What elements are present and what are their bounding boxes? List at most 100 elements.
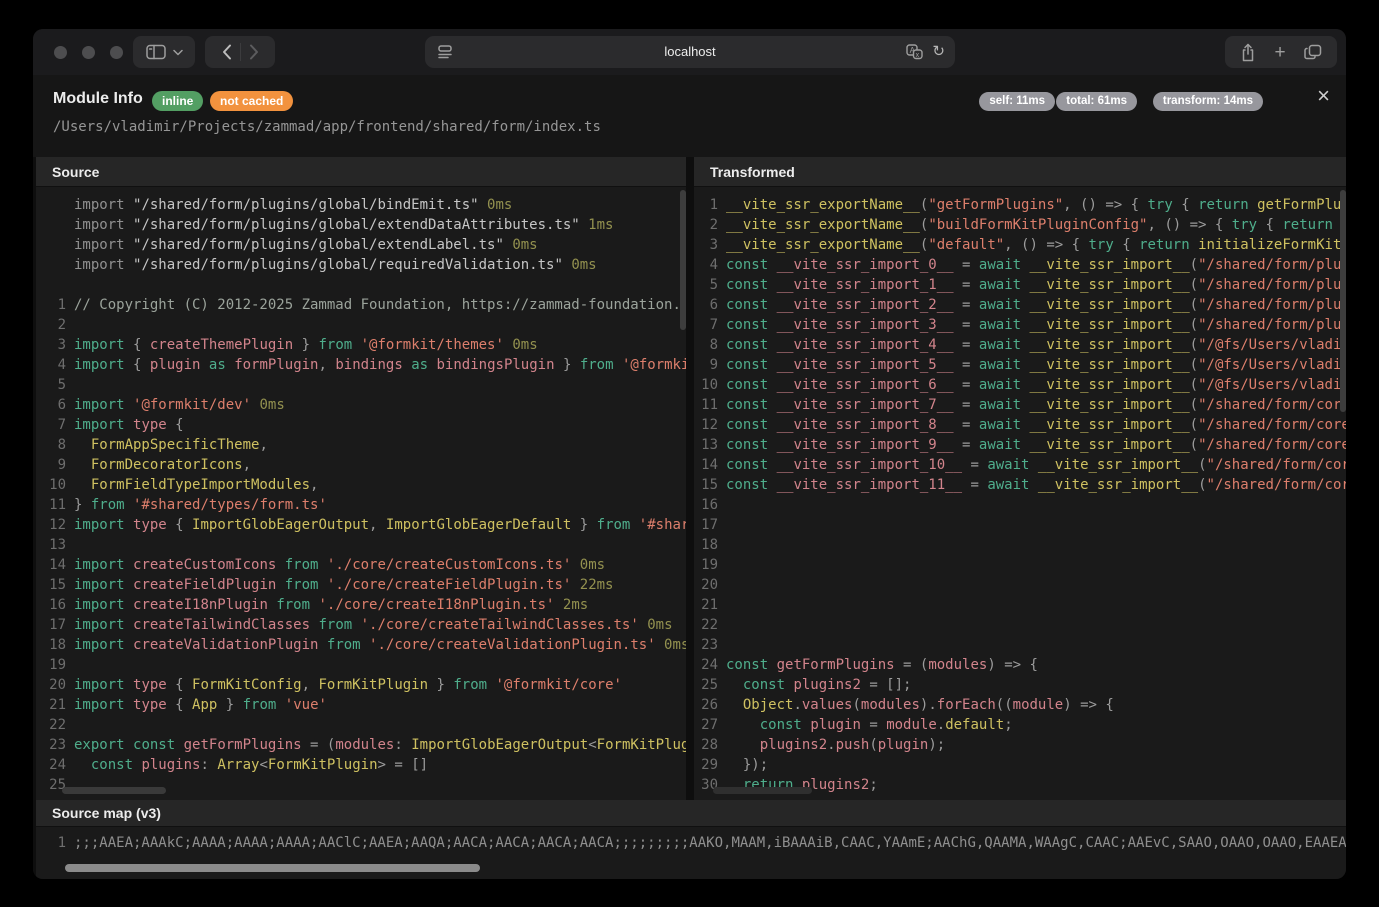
source-code[interactable]: import "/shared/form/plugins/global/bind… bbox=[36, 187, 686, 800]
transformed-h-scrollbar-thumb[interactable] bbox=[713, 787, 812, 794]
sourcemap-h-scrollbar-thumb[interactable] bbox=[65, 864, 480, 872]
code-line: 27 const plugin = module.default; bbox=[694, 715, 1346, 735]
minimize-button[interactable] bbox=[82, 46, 95, 59]
source-v-scrollbar-thumb[interactable] bbox=[680, 190, 686, 330]
line-number: 16 bbox=[36, 595, 74, 615]
code-line: 10const __vite_ssr_import_6__ = await __… bbox=[694, 375, 1346, 395]
code-text: return plugins2; bbox=[726, 775, 1346, 795]
line-number: 15 bbox=[36, 575, 74, 595]
close-panel-icon[interactable]: × bbox=[1317, 83, 1330, 109]
sourcemap-panel-title: Source map (v3) bbox=[36, 800, 1346, 827]
code-text: const plugin = module.default; bbox=[726, 715, 1346, 735]
back-button[interactable] bbox=[222, 44, 232, 60]
code-text bbox=[726, 515, 1346, 535]
code-text: const plugins: Array<FormKitPlugin> = [] bbox=[74, 755, 686, 775]
code-text: __vite_ssr_exportName__("getFormPlugins"… bbox=[726, 195, 1346, 215]
code-line: 2 bbox=[36, 315, 686, 335]
zoom-button[interactable] bbox=[110, 46, 123, 59]
code-text bbox=[74, 275, 686, 295]
line-number: 2 bbox=[36, 315, 74, 335]
line-number: 7 bbox=[36, 415, 74, 435]
line-number: 23 bbox=[36, 735, 74, 755]
sidebar-icon[interactable] bbox=[146, 44, 166, 60]
forward-button[interactable] bbox=[249, 44, 259, 60]
code-line: 9 FormDecoratorIcons, bbox=[36, 455, 686, 475]
share-icon[interactable] bbox=[1240, 43, 1256, 62]
line-number: 22 bbox=[694, 615, 726, 635]
source-h-scrollbar-thumb[interactable] bbox=[62, 787, 166, 794]
line-number: 3 bbox=[694, 235, 726, 255]
code-text: const __vite_ssr_import_9__ = await __vi… bbox=[726, 435, 1346, 455]
code-text: const __vite_ssr_import_4__ = await __vi… bbox=[726, 335, 1346, 355]
code-text: import "/shared/form/plugins/global/requ… bbox=[74, 255, 686, 275]
code-text: const __vite_ssr_import_1__ = await __vi… bbox=[726, 275, 1346, 295]
code-line: 24 const plugins: Array<FormKitPlugin> =… bbox=[36, 755, 686, 775]
code-line: 7import type { bbox=[36, 415, 686, 435]
line-number: 16 bbox=[694, 495, 726, 515]
url-text[interactable]: localhost bbox=[425, 36, 955, 68]
code-text bbox=[74, 315, 686, 335]
line-number: 20 bbox=[694, 575, 726, 595]
code-text: import "/shared/form/plugins/global/exte… bbox=[74, 215, 686, 235]
code-text bbox=[74, 375, 686, 395]
nav-button-group bbox=[205, 36, 275, 68]
code-text bbox=[74, 715, 686, 735]
code-line: 29 }); bbox=[694, 755, 1346, 775]
translate-icon[interactable]: Ax bbox=[906, 44, 923, 60]
line-number: 5 bbox=[694, 275, 726, 295]
nav-divider bbox=[240, 43, 241, 61]
code-line: 1__vite_ssr_exportName__("getFormPlugins… bbox=[694, 195, 1346, 215]
line-number: 25 bbox=[694, 675, 726, 695]
code-text: import createI18nPlugin from './core/cre… bbox=[74, 595, 686, 615]
code-line: 15import createFieldPlugin from './core/… bbox=[36, 575, 686, 595]
code-text: import type { bbox=[74, 415, 686, 435]
code-text: const __vite_ssr_import_6__ = await __vi… bbox=[726, 375, 1346, 395]
code-line: 14import createCustomIcons from './core/… bbox=[36, 555, 686, 575]
module-path: /Users/vladimir/Projects/zammad/app/fron… bbox=[53, 119, 601, 135]
transformed-v-scrollbar-thumb[interactable] bbox=[1340, 190, 1346, 412]
code-line: 4import { plugin as formPlugin, bindings… bbox=[36, 355, 686, 375]
line-number: 17 bbox=[36, 615, 74, 635]
code-text: __vite_ssr_exportName__("buildFormKitPlu… bbox=[726, 215, 1346, 235]
line-number: 28 bbox=[694, 735, 726, 755]
close-button[interactable] bbox=[54, 46, 67, 59]
line-number bbox=[36, 235, 74, 255]
transformed-code[interactable]: 1__vite_ssr_exportName__("getFormPlugins… bbox=[694, 187, 1346, 800]
address-bar[interactable]: localhost Ax ↻ bbox=[425, 36, 955, 68]
code-text: plugins2.push(plugin); bbox=[726, 735, 1346, 755]
tab-overview-icon[interactable] bbox=[1304, 44, 1322, 60]
code-text: export const getFormPlugins = (modules: … bbox=[74, 735, 686, 755]
line-number: 5 bbox=[36, 375, 74, 395]
code-line: 24const getFormPlugins = (modules) => { bbox=[694, 655, 1346, 675]
line-number: 8 bbox=[36, 435, 74, 455]
code-text: import "/shared/form/plugins/global/bind… bbox=[74, 195, 686, 215]
line-number: 12 bbox=[694, 415, 726, 435]
line-number: 29 bbox=[694, 755, 726, 775]
line-number: 23 bbox=[694, 635, 726, 655]
code-text: import { createThemePlugin } from '@form… bbox=[74, 335, 686, 355]
line-number: 4 bbox=[694, 255, 726, 275]
timing-transform-badge: transform: 14ms bbox=[1153, 92, 1263, 111]
code-text bbox=[74, 775, 686, 795]
timing-total-badge: total: 61ms bbox=[1056, 92, 1137, 111]
new-tab-icon[interactable]: + bbox=[1274, 43, 1285, 62]
code-line: 10 FormFieldTypeImportModules, bbox=[36, 475, 686, 495]
code-line: import "/shared/form/plugins/global/exte… bbox=[36, 215, 686, 235]
code-text: import createTailwindClasses from './cor… bbox=[74, 615, 686, 635]
code-text bbox=[726, 495, 1346, 515]
line-number: 2 bbox=[694, 215, 726, 235]
code-text: const __vite_ssr_import_2__ = await __vi… bbox=[726, 295, 1346, 315]
code-text: const __vite_ssr_import_11__ = await __v… bbox=[726, 475, 1346, 495]
code-text: import "/shared/form/plugins/global/exte… bbox=[74, 235, 686, 255]
line-number: 1 bbox=[694, 195, 726, 215]
code-text: import type { FormKitConfig, FormKitPlug… bbox=[74, 675, 686, 695]
code-line: 20 bbox=[694, 575, 1346, 595]
code-text: FormFieldTypeImportModules, bbox=[74, 475, 686, 495]
reload-icon[interactable]: ↻ bbox=[932, 44, 945, 59]
inline-badge: inline bbox=[152, 91, 203, 111]
timing-self-badge: self: 11ms bbox=[979, 92, 1055, 111]
code-text bbox=[726, 575, 1346, 595]
chevron-down-icon[interactable] bbox=[173, 49, 183, 56]
code-line: 28 plugins2.push(plugin); bbox=[694, 735, 1346, 755]
browser-titlebar: localhost Ax ↻ + bbox=[33, 29, 1346, 75]
